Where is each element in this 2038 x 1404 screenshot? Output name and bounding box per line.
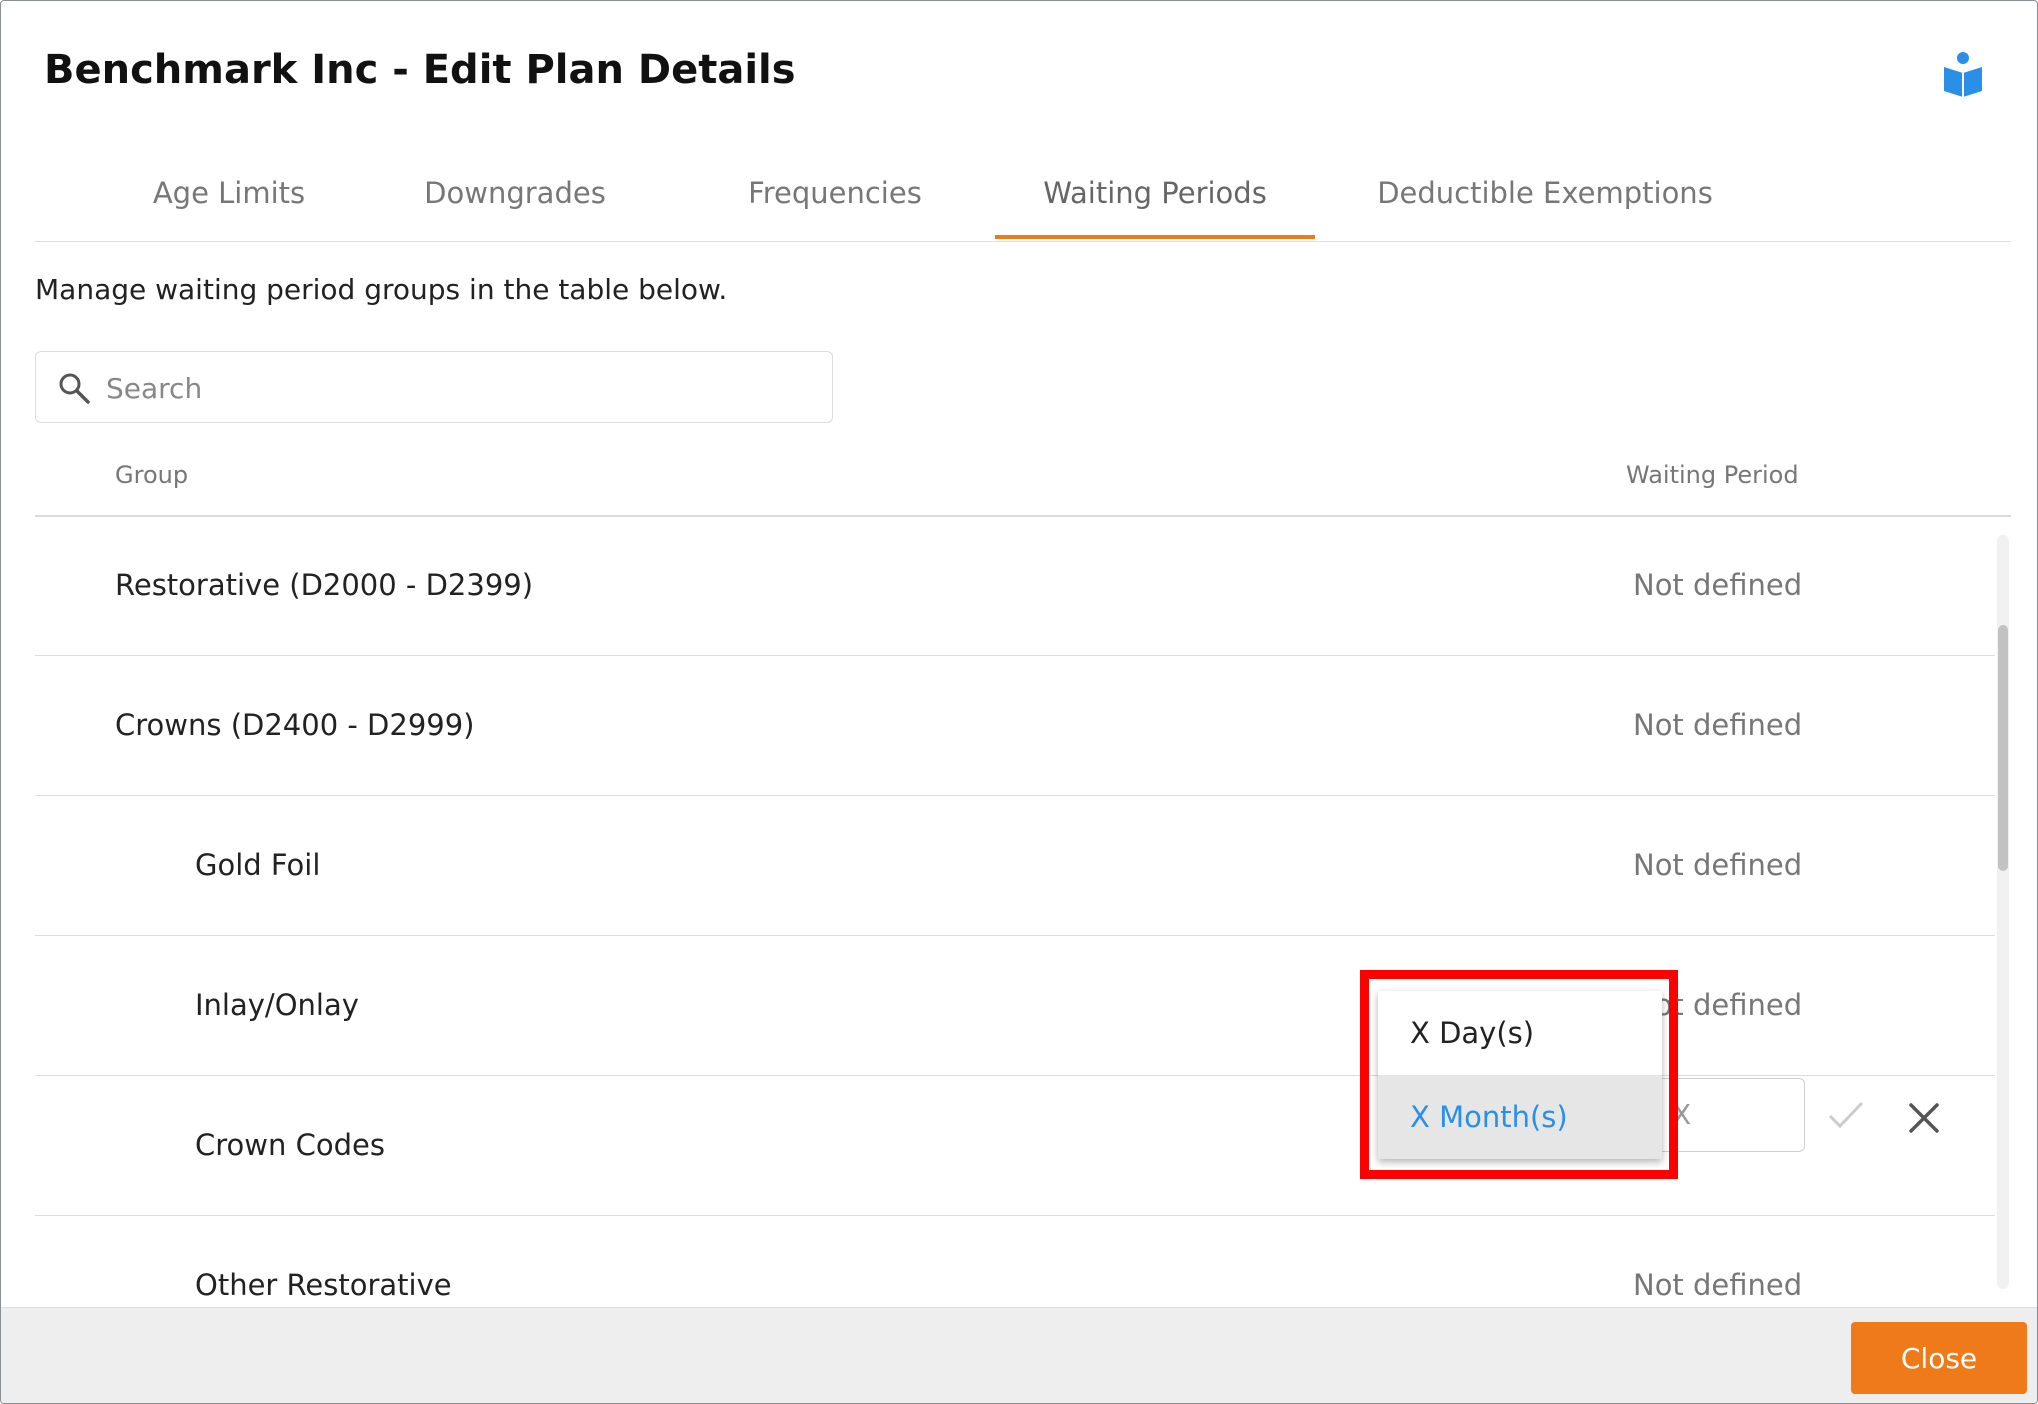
- check-icon[interactable]: [1827, 1099, 1865, 1131]
- waiting-period-value: Not defined: [1633, 1268, 1803, 1302]
- dialog-footer: Close: [1, 1307, 2037, 1403]
- close-button[interactable]: Close: [1851, 1322, 2027, 1394]
- cancel-x-icon[interactable]: [1907, 1101, 1941, 1135]
- table-row[interactable]: Gold Foil Not defined: [35, 797, 1995, 936]
- search-input[interactable]: [104, 360, 808, 416]
- waiting-period-value: Not defined: [1633, 848, 1803, 882]
- table-row[interactable]: Other Restorative Not defined: [35, 1217, 1995, 1307]
- tab-waiting-periods[interactable]: Waiting Periods: [995, 151, 1315, 239]
- waiting-period-value: Not defined: [1633, 568, 1803, 602]
- table-body: Restorative (D2000 - D2399) Not defined …: [35, 517, 1995, 1307]
- column-header-group: Group: [115, 461, 189, 489]
- search-box: [35, 351, 833, 423]
- scrollbar-thumb[interactable]: [1998, 625, 2008, 871]
- waiting-period-input-value: X: [1672, 1098, 1692, 1131]
- dropdown-option-months[interactable]: X Month(s): [1378, 1075, 1662, 1159]
- table-row[interactable]: Restorative (D2000 - D2399) Not defined: [35, 517, 1995, 656]
- tab-bar: Age Limits Downgrades Frequencies Waitin…: [35, 151, 2011, 242]
- help-book-icon[interactable]: [1942, 51, 1984, 97]
- column-header-waiting-period: Waiting Period: [1626, 461, 1799, 489]
- edit-plan-dialog: Benchmark Inc - Edit Plan Details Age Li…: [0, 0, 2038, 1404]
- tab-downgrades[interactable]: Downgrades: [365, 151, 665, 239]
- dropdown-option-days[interactable]: X Day(s): [1378, 991, 1662, 1075]
- group-name: Gold Foil: [195, 848, 321, 882]
- group-name: Inlay/Onlay: [195, 988, 359, 1022]
- group-name: Restorative (D2000 - D2399): [115, 568, 534, 602]
- group-name: Crowns (D2400 - D2999): [115, 708, 475, 742]
- group-name: Crown Codes: [195, 1128, 385, 1162]
- tab-deductible-exemptions[interactable]: Deductible Exemptions: [1335, 151, 1755, 239]
- table-row[interactable]: Inlay/Onlay Not defined: [35, 937, 1995, 1076]
- waiting-period-value: Not defined: [1633, 708, 1803, 742]
- description-text: Manage waiting period groups in the tabl…: [35, 273, 728, 306]
- search-icon: [59, 373, 90, 404]
- tab-frequencies[interactable]: Frequencies: [685, 151, 985, 239]
- table-row[interactable]: Crowns (D2400 - D2999) Not defined: [35, 657, 1995, 796]
- period-unit-dropdown: X Day(s) X Month(s): [1378, 991, 1662, 1159]
- page-title: Benchmark Inc - Edit Plan Details: [44, 47, 796, 93]
- tab-age-limits[interactable]: Age Limits: [99, 151, 359, 239]
- group-name: Other Restorative: [195, 1268, 452, 1302]
